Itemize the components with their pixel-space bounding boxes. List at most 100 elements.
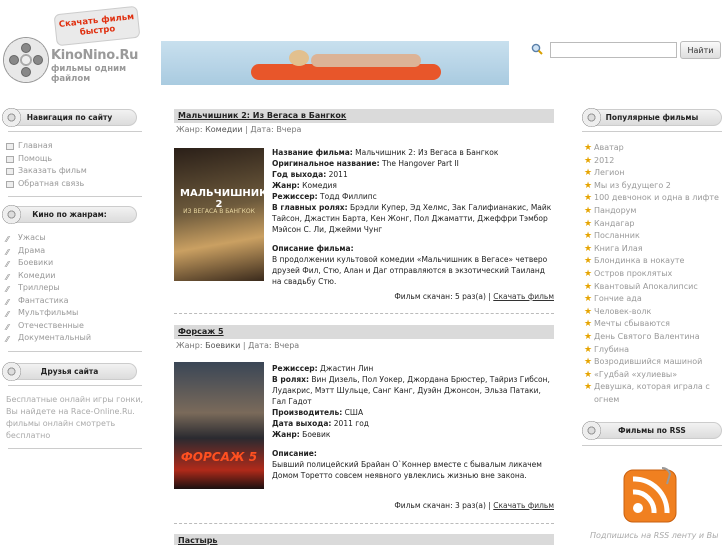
star-icon: ★ (584, 143, 593, 153)
field-value: Мальчишник 2: Из Вегаса в Бангкок (352, 148, 499, 157)
post-field: Режиссер: Джастин Лин (272, 363, 554, 374)
popular-item-label: Легион (594, 168, 625, 178)
post-title-link[interactable]: Пастырь (174, 534, 554, 545)
genre-item-label: Отечественные (18, 320, 84, 330)
popular-item[interactable]: ★ Книга Илая (582, 243, 722, 256)
popular-item-label: Блондинка в нокауте (594, 256, 685, 266)
genre-item[interactable]: ⁄⁄ Боевики (6, 257, 150, 270)
popular-item[interactable]: ★ Блондинка в нокауте (582, 255, 722, 268)
field-value: США (342, 408, 364, 417)
genre-link[interactable]: Боевики (205, 341, 240, 350)
popular-item[interactable]: ★ Кандагар (582, 218, 722, 231)
genre-item[interactable]: ⁄⁄ Ужасы (6, 232, 150, 245)
star-icon: ★ (584, 193, 593, 204)
header-banner[interactable] (161, 41, 509, 85)
popular-item[interactable]: ★ Аватар (582, 142, 722, 155)
download-count: Фильм скачан: 5 раз(а) (394, 292, 486, 301)
genre-item[interactable]: ⁄⁄ Драма (6, 245, 150, 258)
genre-item[interactable]: ⁄⁄ Мультфильмы (6, 307, 150, 320)
field-label: Производитель: (272, 408, 343, 417)
post-footer: Фильм скачан: 5 раз(а) | Скачать фильм (394, 292, 554, 301)
post-fast5: Форсаж 5 Жанр: Боевики | Дата: Вчера (174, 325, 554, 353)
popular-item[interactable]: ★ Человек-волк (582, 306, 722, 319)
popular-item[interactable]: ★ Девушка, которая играла с огнем (582, 381, 722, 406)
genre-item[interactable]: ⁄⁄ Триллеры (6, 282, 150, 295)
field-value: Вин Дизель, Пол Уокер, Джордана Брюстер,… (272, 375, 550, 406)
star-icon: ★ (584, 369, 593, 380)
genre-item[interactable]: ⁄⁄ Фантастика (6, 295, 150, 308)
popular-item[interactable]: ★ Пандорум (582, 205, 722, 218)
poster-fast5[interactable]: ФОРСАЖ 5 (174, 362, 264, 489)
genres-box-title: Кино по жанрам: (32, 210, 107, 219)
post-field: Производитель: США (272, 407, 554, 418)
genre-item[interactable]: ⁄⁄ Документальный (6, 332, 150, 345)
post-info: Режиссер: Джастин Лин В ролях: Вин Дизель… (272, 363, 554, 481)
download-link[interactable]: Скачать фильм (493, 292, 554, 301)
nav-item[interactable]: Обратная связь (6, 178, 150, 191)
genre-link[interactable]: Комедии (205, 125, 242, 134)
star-icon: ★ (584, 243, 593, 254)
popular-item[interactable]: ★ День Святого Валентина (582, 331, 722, 344)
popular-item-label: Человек-волк (594, 306, 652, 316)
star-icon: ★ (584, 180, 593, 191)
field-value: Боевик (299, 430, 331, 439)
popular-item[interactable]: ★ Глубина (582, 344, 722, 357)
desc-label: Описание фильма: (272, 244, 354, 253)
popular-item[interactable]: ★ Мы из будущего 2 (582, 180, 722, 193)
popular-item[interactable]: ★ Гончие ада (582, 293, 722, 306)
nav-item[interactable]: Заказать фильм (6, 165, 150, 178)
genre-label: Жанр: (176, 341, 203, 350)
genre-item[interactable]: ⁄⁄ Комедии (6, 270, 150, 283)
star-icon: ★ (584, 306, 593, 317)
genre-item-label: Документальный (18, 333, 92, 342)
field-label: Жанр: (272, 181, 300, 190)
popular-item[interactable]: ★ 100 девчонок и одна в лифте (582, 192, 722, 205)
post-title-link[interactable]: Форсаж 5 (174, 325, 554, 339)
popular-item[interactable]: ★ Мечты сбываются (582, 318, 722, 331)
film-reel-icon (2, 205, 21, 224)
popular-item[interactable]: ★ Остров проклятых (582, 268, 722, 281)
search-input[interactable] (550, 42, 677, 58)
genre-item[interactable]: ⁄⁄ Отечественные (6, 320, 150, 333)
date-value: Вчера (276, 125, 302, 134)
popular-item-label: 100 девчонок и одна в лифте (594, 193, 719, 203)
friends-text[interactable]: Бесплатные онлайн игры гонки, Вы найдете… (0, 394, 150, 442)
popular-item-label: Кандагар (594, 218, 635, 228)
pencil-icon: ⁄⁄ (6, 335, 9, 344)
post-description: В продолжении культовой комедии «Мальчиш… (272, 255, 548, 286)
popular-item-label: «Гудбай «хулиевы» (594, 369, 678, 379)
popular-item-label: Девушка, которая играла с огнем (594, 382, 710, 404)
popular-item[interactable]: ★ Квантовый Апокалипсис (582, 281, 722, 294)
post-field: Оригинальное название: The Hangover Part… (272, 158, 554, 169)
download-link[interactable]: Скачать фильм (493, 501, 554, 510)
star-icon: ★ (584, 268, 593, 279)
genre-label: Жанр: (176, 125, 203, 134)
popular-item[interactable]: ★ Легион (582, 167, 722, 180)
popular-item[interactable]: ★ 2012 (582, 155, 722, 168)
rss-box-title: Фильмы по RSS (618, 426, 686, 435)
film-reel-icon (3, 37, 49, 83)
nav-item[interactable]: Помощь (6, 153, 150, 166)
post-meta: Жанр: Комедии | Дата: Вчера (174, 123, 554, 137)
download-count: Фильм скачан: 3 раз(а) (394, 501, 486, 510)
nav-item-label: Главная (18, 141, 53, 150)
popular-item[interactable]: ★ Посланник (582, 230, 722, 243)
nav-item[interactable]: Главная (6, 140, 150, 153)
genres-box-header: Кино по жанрам: (2, 205, 137, 224)
popular-list: ★ Аватар ★ 2012 ★ Легион ★ Мы из будущего 2 ★ 100… (582, 142, 722, 406)
genre-list: ⁄⁄ Ужасы ⁄⁄ Драма ⁄⁄ Боевики ⁄⁄ Комедии ⁄⁄ Трилле… (0, 232, 150, 345)
popular-item-label: 2012 (594, 155, 615, 165)
rss-feed-icon[interactable] (622, 466, 680, 524)
poster-hangover[interactable]: МАЛЬЧИШНИК 2 ИЗ ВЕГАСА В БАНГКОК (174, 148, 264, 281)
site-logo[interactable]: Скачать фильм быстро KinoNino.Ru фильмы … (3, 5, 153, 84)
popular-item[interactable]: ★ Возродившийся машиной (582, 356, 722, 369)
logo-tagline: фильмы одним файлом (51, 64, 127, 84)
post-title-link[interactable]: Мальчишник 2: Из Вегаса в Бангкок (174, 109, 554, 123)
post-field: В ролях: Вин Дизель, Пол Уокер, Джордана… (272, 374, 554, 407)
search-icon (531, 43, 543, 55)
field-label: Название фильма: (272, 148, 353, 157)
popular-item-label: Посланник (594, 231, 640, 241)
popular-item[interactable]: ★ «Гудбай «хулиевы» (582, 369, 722, 382)
search-button[interactable]: Найти (680, 41, 721, 59)
nav-list: Главная Помощь Заказать фильм Обратная связ… (0, 140, 150, 190)
